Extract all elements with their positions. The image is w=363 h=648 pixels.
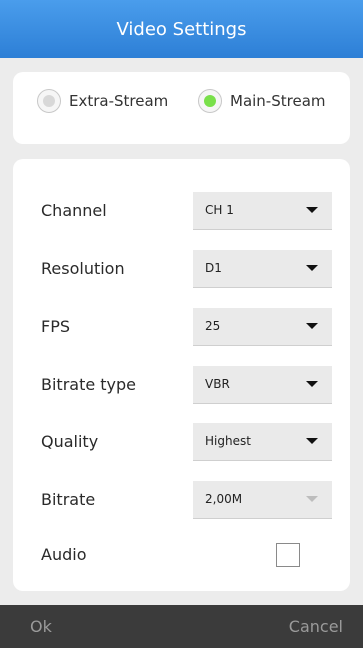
stream-selector: Extra-Stream Main-Stream xyxy=(13,72,350,144)
channel-value: CH 1 xyxy=(205,203,234,217)
main-stream-radio[interactable] xyxy=(198,89,222,113)
channel-select[interactable]: CH 1 xyxy=(193,192,332,230)
caret-down-icon xyxy=(306,381,318,387)
bitrate-row: Bitrate 2,00M xyxy=(13,481,350,519)
caret-down-icon xyxy=(306,207,318,213)
quality-select[interactable]: Highest xyxy=(193,423,332,461)
resolution-row: Resolution D1 xyxy=(13,250,350,288)
bottom-action-bar: Ok Cancel xyxy=(0,605,363,648)
main-stream-option[interactable]: Main-Stream xyxy=(198,85,326,117)
bitrate-type-label: Bitrate type xyxy=(41,375,137,394)
quality-value: Highest xyxy=(205,434,251,448)
audio-checkbox[interactable] xyxy=(276,543,300,567)
quality-label: Quality xyxy=(41,432,99,451)
settings-panel: Channel CH 1 Resolution D1 FPS 25 Bitrat… xyxy=(13,159,350,591)
caret-down-icon xyxy=(306,323,318,329)
page-title: Video Settings xyxy=(116,18,247,40)
title-bar: Video Settings xyxy=(0,0,363,58)
caret-down-icon xyxy=(306,438,318,444)
main-stream-label: Main-Stream xyxy=(230,92,326,110)
channel-row: Channel CH 1 xyxy=(13,192,350,230)
bitrate-label: Bitrate xyxy=(41,490,96,509)
resolution-label: Resolution xyxy=(41,259,125,278)
bitrate-type-row: Bitrate type VBR xyxy=(13,366,350,404)
channel-label: Channel xyxy=(41,201,107,220)
resolution-value: D1 xyxy=(205,261,222,275)
fps-value: 25 xyxy=(205,319,221,333)
ok-button[interactable]: Ok xyxy=(0,605,187,648)
audio-label: Audio xyxy=(41,545,87,564)
extra-stream-option[interactable]: Extra-Stream xyxy=(37,85,168,117)
cancel-button[interactable]: Cancel xyxy=(187,605,363,648)
fps-label: FPS xyxy=(41,317,71,336)
audio-row: Audio xyxy=(13,536,350,574)
caret-down-icon xyxy=(306,496,318,502)
fps-row: FPS 25 xyxy=(13,308,350,346)
bitrate-type-value: VBR xyxy=(205,377,230,391)
extra-stream-radio[interactable] xyxy=(37,89,61,113)
caret-down-icon xyxy=(306,265,318,271)
bitrate-value: 2,00M xyxy=(205,492,243,506)
quality-row: Quality Highest xyxy=(13,423,350,461)
bitrate-select[interactable]: 2,00M xyxy=(193,481,332,519)
fps-select[interactable]: 25 xyxy=(193,308,332,346)
extra-stream-label: Extra-Stream xyxy=(69,92,169,110)
bitrate-type-select[interactable]: VBR xyxy=(193,366,332,404)
resolution-select[interactable]: D1 xyxy=(193,250,332,288)
